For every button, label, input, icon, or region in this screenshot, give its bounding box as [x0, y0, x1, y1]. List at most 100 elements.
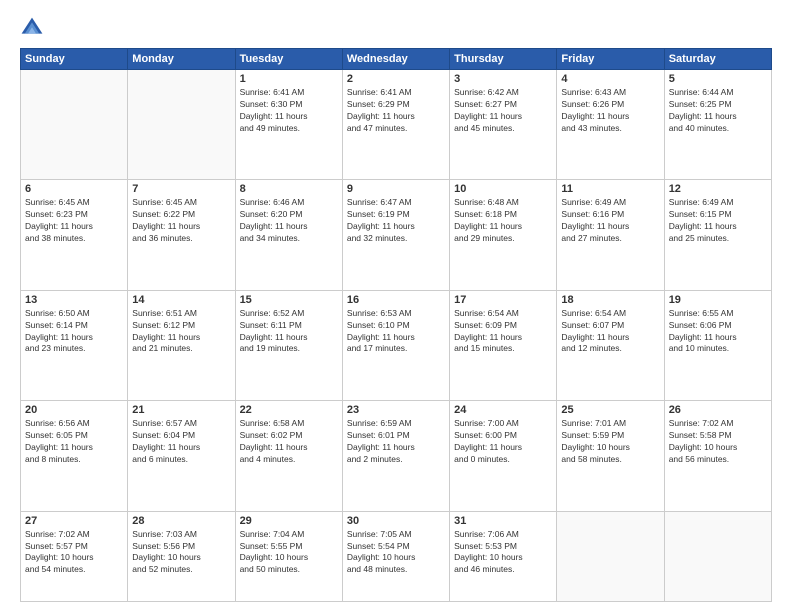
cell-detail: Sunrise: 7:03 AM Sunset: 5:56 PM Dayligh…	[132, 529, 230, 577]
day-number: 2	[347, 73, 445, 85]
cell-detail: Sunrise: 6:50 AM Sunset: 6:14 PM Dayligh…	[25, 308, 123, 356]
weekday-header-wednesday: Wednesday	[342, 49, 449, 70]
cell-detail: Sunrise: 6:51 AM Sunset: 6:12 PM Dayligh…	[132, 308, 230, 356]
day-number: 3	[454, 73, 552, 85]
calendar-cell: 30 Sunrise: 7:05 AM Sunset: 5:54 PM Dayli…	[342, 511, 449, 601]
weekday-header-monday: Monday	[128, 49, 235, 70]
day-number: 23	[347, 404, 445, 416]
calendar-cell: 2 Sunrise: 6:41 AM Sunset: 6:29 PM Daylig…	[342, 70, 449, 180]
cell-detail: Sunrise: 6:56 AM Sunset: 6:05 PM Dayligh…	[25, 418, 123, 466]
day-number: 20	[25, 404, 123, 416]
calendar-cell: 13 Sunrise: 6:50 AM Sunset: 6:14 PM Dayli…	[21, 290, 128, 400]
cell-detail: Sunrise: 6:52 AM Sunset: 6:11 PM Dayligh…	[240, 308, 338, 356]
weekday-header-sunday: Sunday	[21, 49, 128, 70]
logo	[20, 16, 46, 40]
cell-detail: Sunrise: 6:44 AM Sunset: 6:25 PM Dayligh…	[669, 87, 767, 135]
calendar-cell: 14 Sunrise: 6:51 AM Sunset: 6:12 PM Dayli…	[128, 290, 235, 400]
calendar-cell: 10 Sunrise: 6:48 AM Sunset: 6:18 PM Dayli…	[450, 180, 557, 290]
day-number: 11	[561, 183, 659, 195]
day-number: 4	[561, 73, 659, 85]
calendar-cell	[128, 70, 235, 180]
day-number: 8	[240, 183, 338, 195]
cell-detail: Sunrise: 7:06 AM Sunset: 5:53 PM Dayligh…	[454, 529, 552, 577]
cell-detail: Sunrise: 7:04 AM Sunset: 5:55 PM Dayligh…	[240, 529, 338, 577]
calendar-cell: 9 Sunrise: 6:47 AM Sunset: 6:19 PM Daylig…	[342, 180, 449, 290]
cell-detail: Sunrise: 6:58 AM Sunset: 6:02 PM Dayligh…	[240, 418, 338, 466]
weekday-header-tuesday: Tuesday	[235, 49, 342, 70]
day-number: 12	[669, 183, 767, 195]
day-number: 27	[25, 515, 123, 527]
cell-detail: Sunrise: 6:46 AM Sunset: 6:20 PM Dayligh…	[240, 197, 338, 245]
calendar-cell: 26Sunrise: 7:02 AM Sunset: 5:58 PM Dayli…	[664, 401, 771, 511]
day-number: 28	[132, 515, 230, 527]
calendar-cell: 28 Sunrise: 7:03 AM Sunset: 5:56 PM Dayli…	[128, 511, 235, 601]
cell-detail: Sunrise: 6:48 AM Sunset: 6:18 PM Dayligh…	[454, 197, 552, 245]
cell-detail: Sunrise: 7:02 AM Sunset: 5:57 PM Dayligh…	[25, 529, 123, 577]
calendar-table: SundayMondayTuesdayWednesdayThursdayFrid…	[20, 48, 772, 602]
calendar-cell: 31 Sunrise: 7:06 AM Sunset: 5:53 PM Dayli…	[450, 511, 557, 601]
calendar-cell	[664, 511, 771, 601]
calendar-cell: 6Sunrise: 6:45 AM Sunset: 6:23 PM Daylig…	[21, 180, 128, 290]
cell-detail: Sunrise: 6:41 AM Sunset: 6:29 PM Dayligh…	[347, 87, 445, 135]
weekday-header-thursday: Thursday	[450, 49, 557, 70]
calendar-cell: 20 Sunrise: 6:56 AM Sunset: 6:05 PM Dayli…	[21, 401, 128, 511]
calendar-cell: 12 Sunrise: 6:49 AM Sunset: 6:15 PM Dayli…	[664, 180, 771, 290]
cell-detail: Sunrise: 6:45 AM Sunset: 6:23 PM Dayligh…	[25, 197, 123, 245]
day-number: 21	[132, 404, 230, 416]
day-number: 17	[454, 294, 552, 306]
day-number: 25	[561, 404, 659, 416]
cell-detail: Sunrise: 6:47 AM Sunset: 6:19 PM Dayligh…	[347, 197, 445, 245]
calendar-cell: 27 Sunrise: 7:02 AM Sunset: 5:57 PM Dayli…	[21, 511, 128, 601]
day-number: 1	[240, 73, 338, 85]
calendar-cell: 5Sunrise: 6:44 AM Sunset: 6:25 PM Daylig…	[664, 70, 771, 180]
day-number: 9	[347, 183, 445, 195]
cell-detail: Sunrise: 6:53 AM Sunset: 6:10 PM Dayligh…	[347, 308, 445, 356]
cell-detail: Sunrise: 6:59 AM Sunset: 6:01 PM Dayligh…	[347, 418, 445, 466]
calendar-cell: 24 Sunrise: 7:00 AM Sunset: 6:00 PM Dayli…	[450, 401, 557, 511]
cell-detail: Sunrise: 7:01 AM Sunset: 5:59 PM Dayligh…	[561, 418, 659, 466]
calendar-cell: 11Sunrise: 6:49 AM Sunset: 6:16 PM Dayli…	[557, 180, 664, 290]
calendar-cell: 17 Sunrise: 6:54 AM Sunset: 6:09 PM Dayli…	[450, 290, 557, 400]
cell-detail: Sunrise: 6:41 AM Sunset: 6:30 PM Dayligh…	[240, 87, 338, 135]
day-number: 16	[347, 294, 445, 306]
calendar-cell: 23 Sunrise: 6:59 AM Sunset: 6:01 PM Dayli…	[342, 401, 449, 511]
calendar-cell: 15 Sunrise: 6:52 AM Sunset: 6:11 PM Dayli…	[235, 290, 342, 400]
day-number: 10	[454, 183, 552, 195]
calendar-cell: 29 Sunrise: 7:04 AM Sunset: 5:55 PM Dayli…	[235, 511, 342, 601]
calendar-cell: 16 Sunrise: 6:53 AM Sunset: 6:10 PM Dayli…	[342, 290, 449, 400]
day-number: 22	[240, 404, 338, 416]
cell-detail: Sunrise: 6:43 AM Sunset: 6:26 PM Dayligh…	[561, 87, 659, 135]
logo-icon	[20, 16, 44, 40]
page: SundayMondayTuesdayWednesdayThursdayFrid…	[0, 0, 792, 612]
cell-detail: Sunrise: 6:42 AM Sunset: 6:27 PM Dayligh…	[454, 87, 552, 135]
calendar-cell: 18Sunrise: 6:54 AM Sunset: 6:07 PM Dayli…	[557, 290, 664, 400]
cell-detail: Sunrise: 7:00 AM Sunset: 6:00 PM Dayligh…	[454, 418, 552, 466]
day-number: 14	[132, 294, 230, 306]
calendar-cell	[557, 511, 664, 601]
cell-detail: Sunrise: 6:49 AM Sunset: 6:15 PM Dayligh…	[669, 197, 767, 245]
weekday-header-saturday: Saturday	[664, 49, 771, 70]
day-number: 19	[669, 294, 767, 306]
day-number: 24	[454, 404, 552, 416]
calendar-cell: 1 Sunrise: 6:41 AM Sunset: 6:30 PM Daylig…	[235, 70, 342, 180]
cell-detail: Sunrise: 6:57 AM Sunset: 6:04 PM Dayligh…	[132, 418, 230, 466]
day-number: 15	[240, 294, 338, 306]
day-number: 29	[240, 515, 338, 527]
cell-detail: Sunrise: 7:05 AM Sunset: 5:54 PM Dayligh…	[347, 529, 445, 577]
calendar-cell: 3 Sunrise: 6:42 AM Sunset: 6:27 PM Daylig…	[450, 70, 557, 180]
cell-detail: Sunrise: 6:54 AM Sunset: 6:09 PM Dayligh…	[454, 308, 552, 356]
calendar-cell: 22 Sunrise: 6:58 AM Sunset: 6:02 PM Dayli…	[235, 401, 342, 511]
calendar-cell: 21 Sunrise: 6:57 AM Sunset: 6:04 PM Dayli…	[128, 401, 235, 511]
calendar-cell: 8 Sunrise: 6:46 AM Sunset: 6:20 PM Daylig…	[235, 180, 342, 290]
day-number: 13	[25, 294, 123, 306]
day-number: 31	[454, 515, 552, 527]
day-number: 7	[132, 183, 230, 195]
day-number: 30	[347, 515, 445, 527]
calendar-cell: 4 Sunrise: 6:43 AM Sunset: 6:26 PM Daylig…	[557, 70, 664, 180]
calendar-cell	[21, 70, 128, 180]
day-number: 18	[561, 294, 659, 306]
cell-detail: Sunrise: 6:45 AM Sunset: 6:22 PM Dayligh…	[132, 197, 230, 245]
calendar-cell: 19Sunrise: 6:55 AM Sunset: 6:06 PM Dayli…	[664, 290, 771, 400]
weekday-header-friday: Friday	[557, 49, 664, 70]
day-number: 26	[669, 404, 767, 416]
